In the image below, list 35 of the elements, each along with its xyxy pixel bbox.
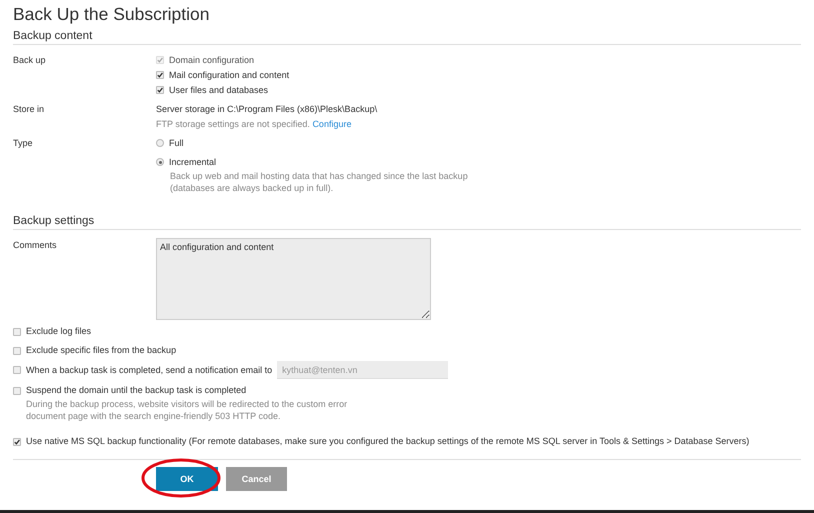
field-label: Comments: [13, 239, 58, 252]
option-label: Domain configuration: [169, 55, 254, 65]
option-label: Mail configuration and content: [169, 70, 290, 80]
option-label: Exclude specific files from the backup: [26, 344, 176, 357]
option-description: During the backup process, website visitors will be redirected to the custom error document page with the search engine-friendly 503 HTTP code.: [25, 398, 348, 422]
option-label: When a backup task is completed, send a notification email to: [26, 364, 272, 377]
option-description: Back up web and mail hosting data that has changed since the last backup (databases are always backed up in full).: [169, 170, 469, 194]
option-label: User files and databases: [169, 85, 268, 95]
option-label: Exclude log files: [26, 325, 92, 338]
checkbox[interactable]: [13, 328, 21, 336]
email-field[interactable]: kythuat@tenten.vn: [277, 361, 448, 379]
section-heading: Backup content: [13, 29, 801, 45]
comments-field[interactable]: All configuration and content: [156, 238, 431, 320]
storage-location: Server storage in C:\Program Files (x86)\Plesk\Backup\: [156, 103, 378, 116]
checkbox[interactable]: [13, 366, 21, 374]
checkbox[interactable]: [156, 86, 164, 94]
field-label: Back up: [13, 54, 47, 67]
cancel-button[interactable]: Cancel: [226, 467, 287, 491]
page-title: Back Up the Subscription: [13, 3, 210, 25]
ok-button[interactable]: OK: [156, 467, 218, 491]
option-label: Full: [169, 138, 184, 148]
checkbox[interactable]: [13, 386, 21, 394]
radio-button[interactable]: [156, 139, 164, 147]
radio-button[interactable]: [156, 158, 164, 166]
checkbox[interactable]: [156, 71, 164, 79]
option-label: Incremental: [169, 157, 216, 167]
option-label: Suspend the domain until the backup task is completed: [26, 384, 246, 397]
section-heading: Backup settings: [13, 214, 801, 230]
ftp-note: FTP storage settings are not specified.: [156, 119, 310, 129]
checkbox[interactable]: [13, 438, 21, 446]
field-label: Type: [13, 137, 34, 150]
field-label: Store in: [13, 103, 46, 116]
checkbox[interactable]: [13, 346, 21, 354]
option-label: Use native MS SQL backup functionality (For remote databases, make sure you configured the backup settings of the remote MS SQL server in Tools & Settings > Database Servers): [26, 435, 750, 448]
configure-link[interactable]: Configure: [312, 119, 352, 129]
